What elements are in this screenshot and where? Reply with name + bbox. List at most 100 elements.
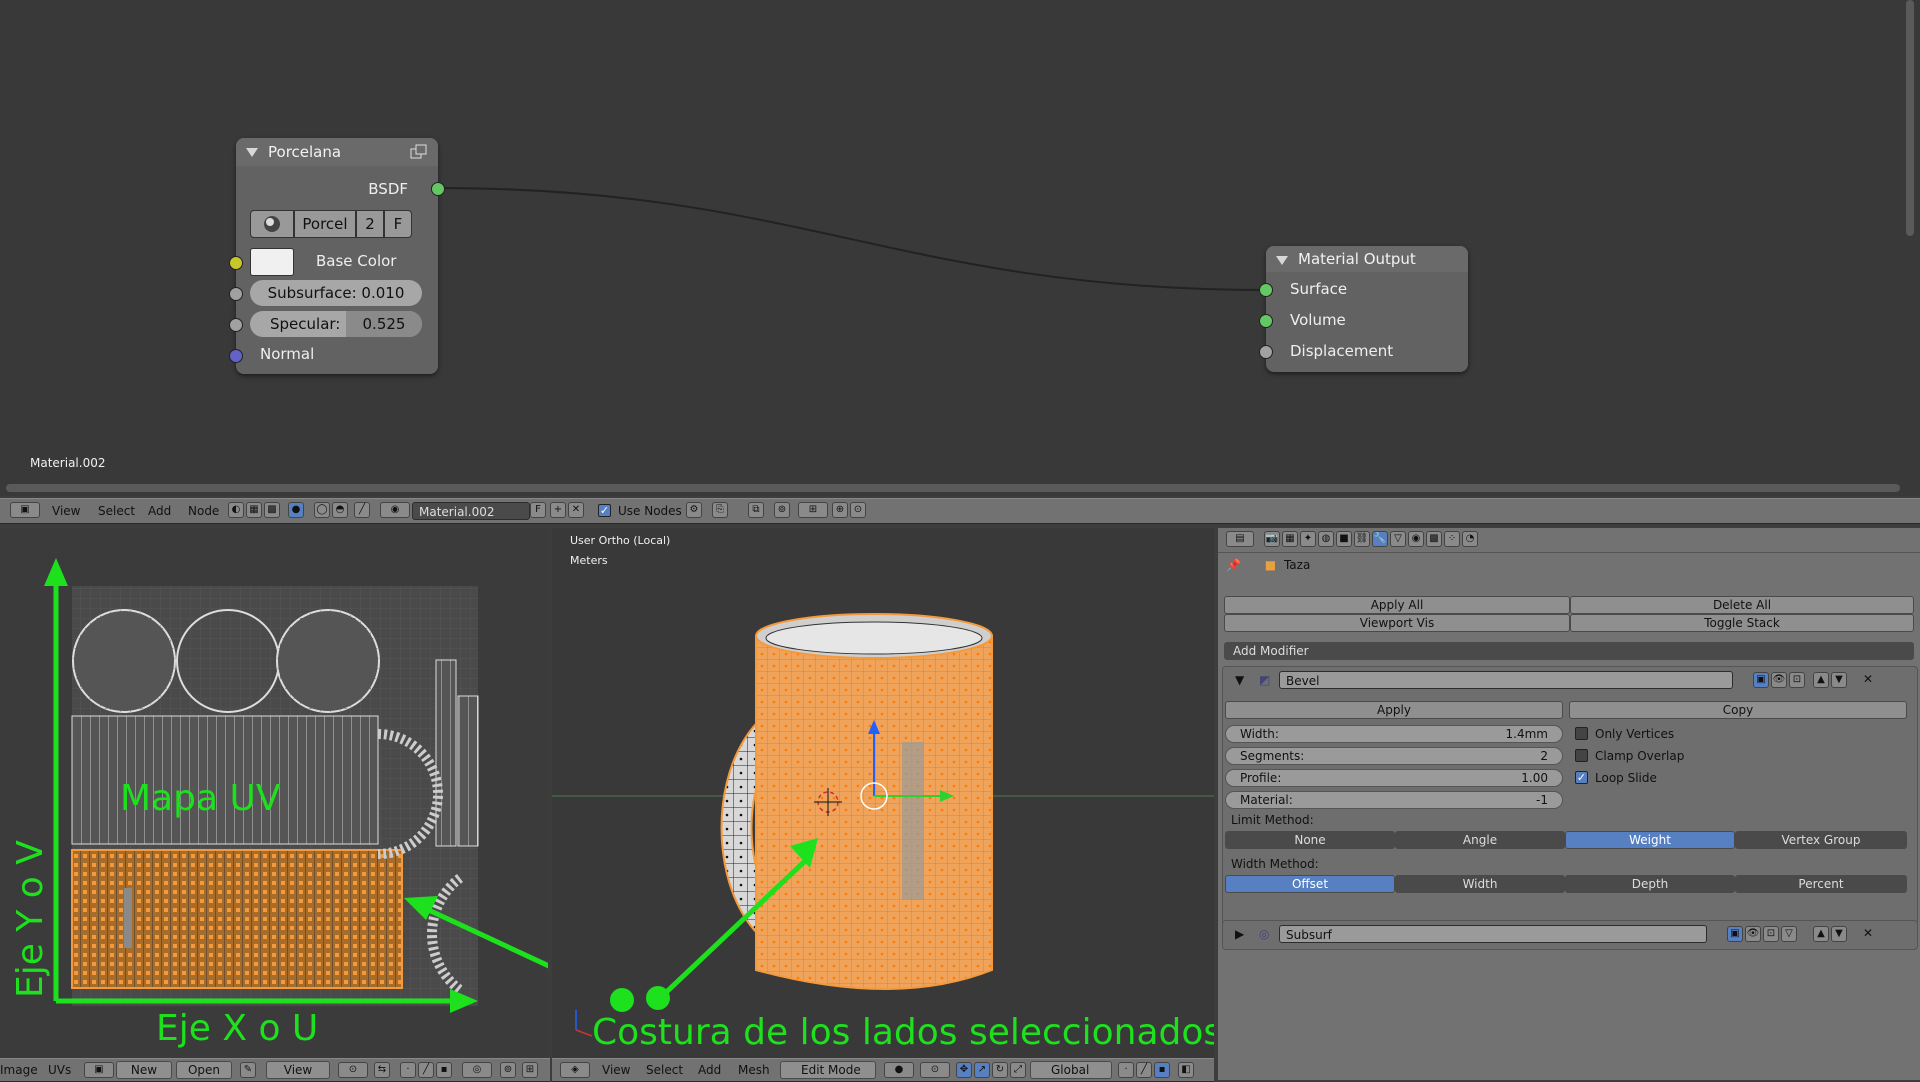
texture-type-icon[interactable]: ▦ xyxy=(246,502,262,518)
render-toggle-icon[interactable]: ▣ xyxy=(1727,926,1743,942)
snap-icon[interactable]: ⊚ xyxy=(774,502,790,518)
view-mode-dropdown[interactable]: View xyxy=(266,1061,330,1079)
texture-tab-icon[interactable]: ▩ xyxy=(1426,531,1442,547)
editor-type-icon[interactable]: ◈ xyxy=(560,1062,590,1078)
collapse-triangle-icon[interactable] xyxy=(246,148,258,157)
collapse-triangle-icon[interactable] xyxy=(1276,256,1288,265)
bevel-name-field[interactable]: Bevel xyxy=(1279,671,1733,689)
menu-select[interactable]: Select xyxy=(646,1063,683,1077)
object-shader-icon[interactable]: ● xyxy=(288,502,304,518)
mode-dropdown[interactable]: Edit Mode xyxy=(780,1061,876,1079)
editmode-toggle-icon[interactable]: ⊡ xyxy=(1789,672,1805,688)
delete-all-button[interactable]: Delete All xyxy=(1570,596,1914,614)
manipulator-icon[interactable]: ✥ xyxy=(956,1062,972,1078)
paste-icon[interactable]: ⎘ xyxy=(712,502,728,518)
constraints-tab-icon[interactable]: ⛓ xyxy=(1354,531,1370,547)
node-editor[interactable]: Porcelana BSDF Porcel 2 F Base Color Sub… xyxy=(0,0,1920,496)
move-down-icon[interactable]: ▼ xyxy=(1831,926,1847,942)
menu-mesh[interactable]: Mesh xyxy=(738,1063,770,1077)
node-group-icon[interactable] xyxy=(410,144,428,160)
data-tab-icon[interactable]: ▽ xyxy=(1390,531,1406,547)
backdrop-icon[interactable]: ⚙ xyxy=(686,502,702,518)
input-surface-socket[interactable] xyxy=(1259,283,1273,297)
limit-method-angle[interactable]: Angle xyxy=(1395,831,1565,849)
menu-add[interactable]: Add xyxy=(698,1063,721,1077)
pivot-point-icon[interactable]: ⊙ xyxy=(920,1062,950,1078)
scale-icon[interactable]: ⤢ xyxy=(1010,1062,1026,1078)
input-volume-socket[interactable] xyxy=(1259,314,1273,328)
material-field[interactable]: Material: -1 xyxy=(1225,791,1563,809)
limit-method-vertex-group[interactable]: Vertex Group xyxy=(1735,831,1907,849)
node-editor-scrollbar[interactable] xyxy=(6,484,1900,492)
viewport-canvas[interactable] xyxy=(552,528,1214,1058)
render-preview-icon[interactable]: ⊙ xyxy=(850,502,866,518)
only-vertices-checkbox[interactable] xyxy=(1575,727,1588,740)
viewport-toggle-icon[interactable]: 👁 xyxy=(1745,926,1761,942)
editmode-toggle-icon[interactable]: ⊡ xyxy=(1763,926,1779,942)
world-shader-icon[interactable]: ◯ xyxy=(314,502,330,518)
render-layers-tab-icon[interactable]: ▦ xyxy=(1282,531,1298,547)
add-modifier-dropdown[interactable]: Add Modifier xyxy=(1224,642,1914,660)
modifiers-tab-icon[interactable]: 🔧 xyxy=(1372,531,1388,547)
menu-uvs[interactable]: UVs xyxy=(48,1063,71,1077)
viewport-toggle-icon[interactable]: 👁 xyxy=(1771,672,1787,688)
uv-editor[interactable]: Mapa UV Eje Y o V Eje X o U xyxy=(0,528,548,1058)
material-browse-icon[interactable]: ◉ xyxy=(380,502,410,518)
pin-icon[interactable]: ✎ xyxy=(240,1062,256,1078)
subsurf-name-field[interactable]: Subsurf xyxy=(1279,925,1707,943)
node-material-output-header[interactable]: Material Output xyxy=(1266,246,1468,272)
pin-icon[interactable]: 📌 xyxy=(1226,558,1241,572)
object-tab-icon[interactable]: ■ xyxy=(1336,531,1352,547)
viewport-vis-button[interactable]: Viewport Vis xyxy=(1224,614,1570,632)
limit-method-weight[interactable]: Weight xyxy=(1565,831,1735,849)
width-field[interactable]: Width: 1.4mm xyxy=(1225,725,1563,743)
material-name-field[interactable]: Material.002 xyxy=(412,502,530,520)
input-subsurface-socket[interactable] xyxy=(229,287,243,301)
edge-select-icon[interactable]: ╱ xyxy=(1136,1062,1152,1078)
scene-tab-icon[interactable]: ✦ xyxy=(1300,531,1316,547)
input-specular-socket[interactable] xyxy=(229,318,243,332)
unlink-material-icon[interactable]: ✕ xyxy=(568,502,584,518)
render-tab-icon[interactable]: 📷 xyxy=(1264,531,1280,547)
move-up-icon[interactable]: ▲ xyxy=(1813,926,1829,942)
open-image-button[interactable]: Open xyxy=(176,1061,232,1079)
copy-button[interactable]: Copy xyxy=(1569,701,1907,719)
edge-select-icon[interactable]: ╱ xyxy=(418,1062,434,1078)
proportional-icon[interactable]: ◎ xyxy=(462,1062,492,1078)
width-method-width[interactable]: Width xyxy=(1395,875,1565,893)
physics-tab-icon[interactable]: ◔ xyxy=(1462,531,1478,547)
toggle-stack-button[interactable]: Toggle Stack xyxy=(1570,614,1914,632)
loop-slide-checkbox[interactable]: ✓ xyxy=(1575,771,1588,784)
node-material-output[interactable]: Material Output Surface Volume Displacem… xyxy=(1259,246,1468,372)
apply-all-button[interactable]: Apply All xyxy=(1224,596,1570,614)
shader-type-icon[interactable]: ◐ xyxy=(228,502,244,518)
menu-add[interactable]: Add xyxy=(148,504,171,518)
face-select-icon[interactable]: ▪ xyxy=(436,1062,452,1078)
translate-icon[interactable]: ↗ xyxy=(974,1062,990,1078)
menu-view[interactable]: View xyxy=(602,1063,630,1077)
input-displacement-socket[interactable] xyxy=(1259,345,1273,359)
sync-selection-icon[interactable]: ⇆ xyxy=(374,1062,390,1078)
subsurface-field[interactable]: Subsurface: 0.010 xyxy=(250,280,422,306)
linestyle-shader-icon[interactable]: ◓ xyxy=(332,502,348,518)
menu-view[interactable]: View xyxy=(52,504,80,518)
vertex-select-icon[interactable]: · xyxy=(400,1062,416,1078)
uv-snap-target-icon[interactable]: ⊞ xyxy=(522,1062,538,1078)
output-bsdf-socket[interactable] xyxy=(431,182,445,196)
compositing-type-icon[interactable]: ▩ xyxy=(264,502,280,518)
use-nodes-checkbox[interactable]: ✓ xyxy=(598,504,611,517)
width-method-offset[interactable]: Offset xyxy=(1225,875,1395,893)
specular-field[interactable]: Specular: 0.525 xyxy=(250,311,422,337)
apply-button[interactable]: Apply xyxy=(1225,701,1563,719)
menu-node[interactable]: Node xyxy=(188,504,219,518)
width-method-depth[interactable]: Depth xyxy=(1565,875,1735,893)
uv-snap-icon[interactable]: ⊚ xyxy=(500,1062,516,1078)
material-tab-icon[interactable]: ◉ xyxy=(1408,531,1424,547)
cage-toggle-icon[interactable]: ▽ xyxy=(1781,926,1797,942)
zoom-icon[interactable]: ⊕ xyxy=(832,502,848,518)
clamp-overlap-checkbox[interactable] xyxy=(1575,749,1588,762)
base-color-swatch[interactable] xyxy=(250,248,294,276)
expand-arrow-icon[interactable]: ▶ xyxy=(1235,927,1244,941)
new-image-button[interactable]: New xyxy=(116,1061,172,1079)
image-browse-icon[interactable]: ▣ xyxy=(84,1062,114,1078)
